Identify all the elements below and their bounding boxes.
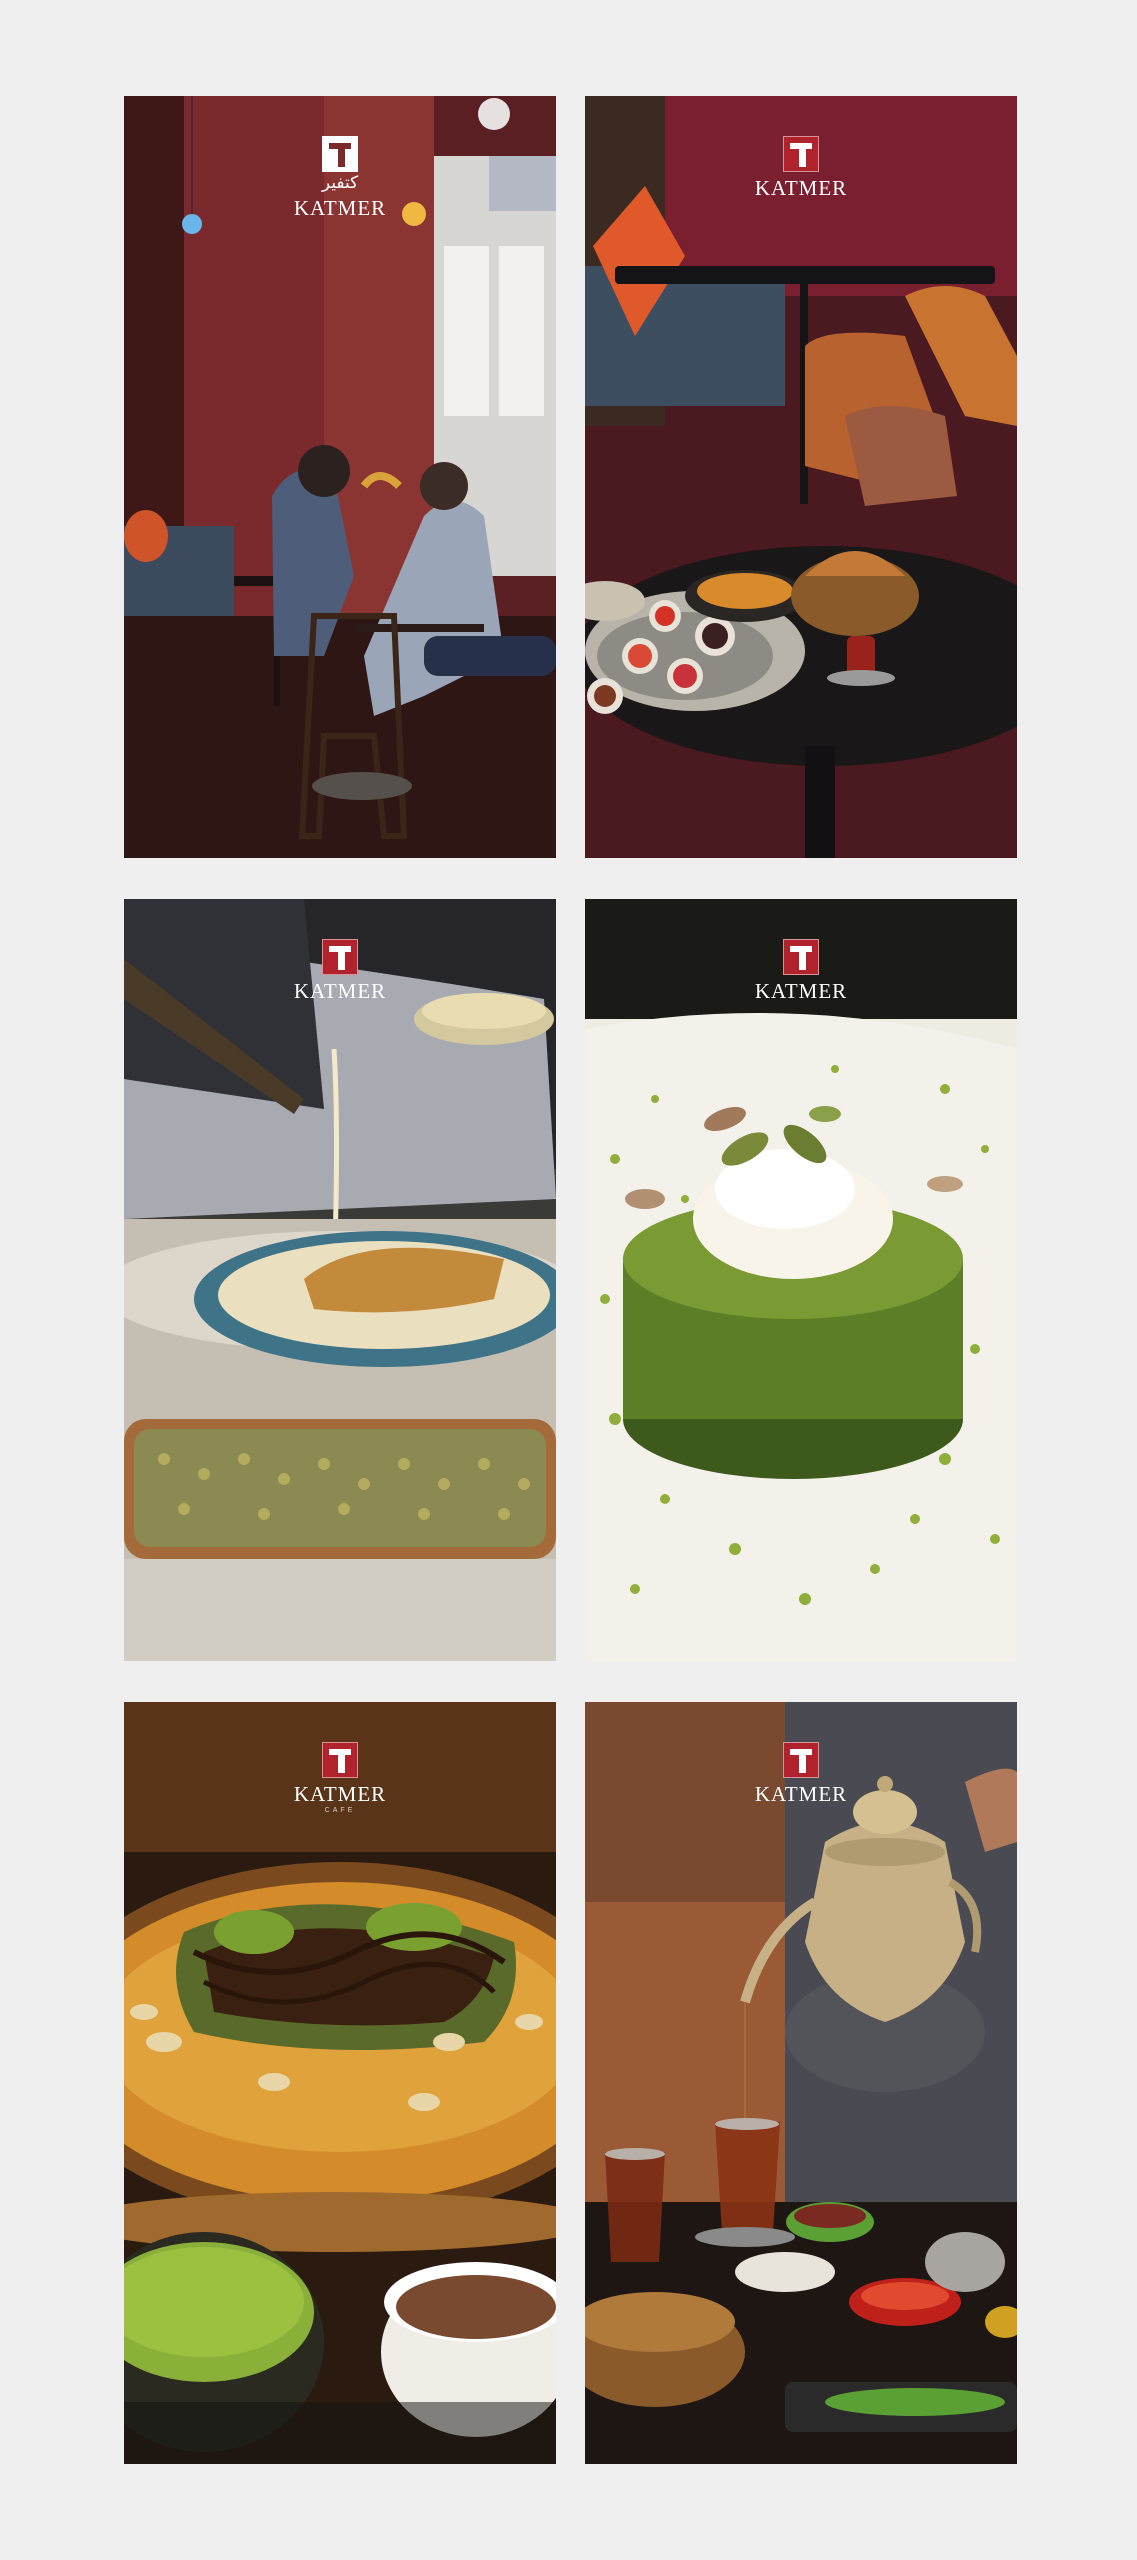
turkish-tea-pour-photo <box>585 1702 1017 2464</box>
logo-brand-name: KATMER <box>754 979 848 1003</box>
logo-brand-name: KATMER <box>754 1782 848 1806</box>
chocolate-katmer-photo <box>124 1702 556 2464</box>
logo-sub-label: CAFE <box>324 1807 356 1814</box>
katmer-logo-icon <box>322 136 358 172</box>
katmer-logo: كتفير KATMER <box>124 136 556 221</box>
katmer-logo-icon <box>783 1742 819 1778</box>
katmer-logo: KATMER CAFE <box>124 1742 556 1814</box>
katmer-logo: KATMER <box>124 939 556 1004</box>
photo-tile-breakfast-table: KATMER <box>585 96 1017 858</box>
photo-tile-pistachio-kunafa: KATMER <box>585 899 1017 1661</box>
katmer-logo-icon <box>322 939 358 975</box>
katmer-logo: KATMER <box>585 1742 1017 1807</box>
katmer-logo: KATMER <box>585 136 1017 201</box>
katmer-logo-icon <box>322 1742 358 1778</box>
logo-brand-name: KATMER <box>293 1782 387 1806</box>
breakfast-table-photo <box>585 96 1017 858</box>
katmer-logo-icon <box>783 136 819 172</box>
katmer-logo: KATMER <box>585 939 1017 1004</box>
katmer-logo-icon <box>783 939 819 975</box>
photo-tile-turkish-tea-pour: KATMER <box>585 1702 1017 2464</box>
logo-arabic-text: كتفير <box>321 173 359 193</box>
cream-pour-dessert-photo <box>124 899 556 1661</box>
logo-brand-name: KATMER <box>293 979 387 1003</box>
photo-tile-chocolate-katmer: KATMER CAFE <box>124 1702 556 2464</box>
logo-brand-name: KATMER <box>754 176 848 200</box>
photo-tile-dining-room: كتفير KATMER <box>124 96 556 858</box>
pistachio-kunafa-photo <box>585 899 1017 1661</box>
logo-brand-name: KATMER <box>293 196 387 220</box>
photo-tile-cream-pour-dessert: KATMER <box>124 899 556 1661</box>
